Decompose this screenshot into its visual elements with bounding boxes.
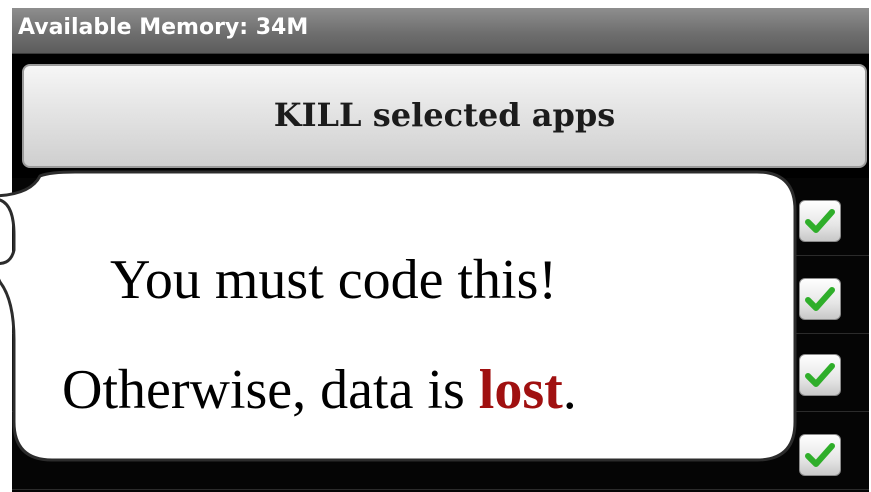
- kill-selected-apps-button[interactable]: KILL selected apps: [22, 64, 867, 168]
- checkmark-icon: [805, 287, 835, 311]
- app-checkbox[interactable]: [799, 354, 841, 396]
- checkmark-icon: [805, 209, 835, 233]
- checkmark-icon: [805, 363, 835, 387]
- checkmark-icon: [805, 443, 835, 467]
- memory-status-bar: Available Memory: 34M: [12, 8, 869, 54]
- kill-button-label: KILL selected apps: [273, 96, 616, 134]
- list-item[interactable]: [12, 412, 869, 490]
- list-item[interactable]: [12, 178, 869, 256]
- app-list: [12, 178, 869, 492]
- list-item[interactable]: [12, 256, 869, 334]
- available-memory-label: Available Memory: 34M: [18, 15, 309, 40]
- screenshot-frame: Available Memory: 34M KILL selected apps: [0, 0, 871, 492]
- app-checkbox[interactable]: [799, 278, 841, 320]
- app-checkbox[interactable]: [799, 434, 841, 476]
- list-item[interactable]: [12, 334, 869, 412]
- phone-screen: Available Memory: 34M KILL selected apps: [12, 8, 869, 492]
- app-checkbox[interactable]: [799, 200, 841, 242]
